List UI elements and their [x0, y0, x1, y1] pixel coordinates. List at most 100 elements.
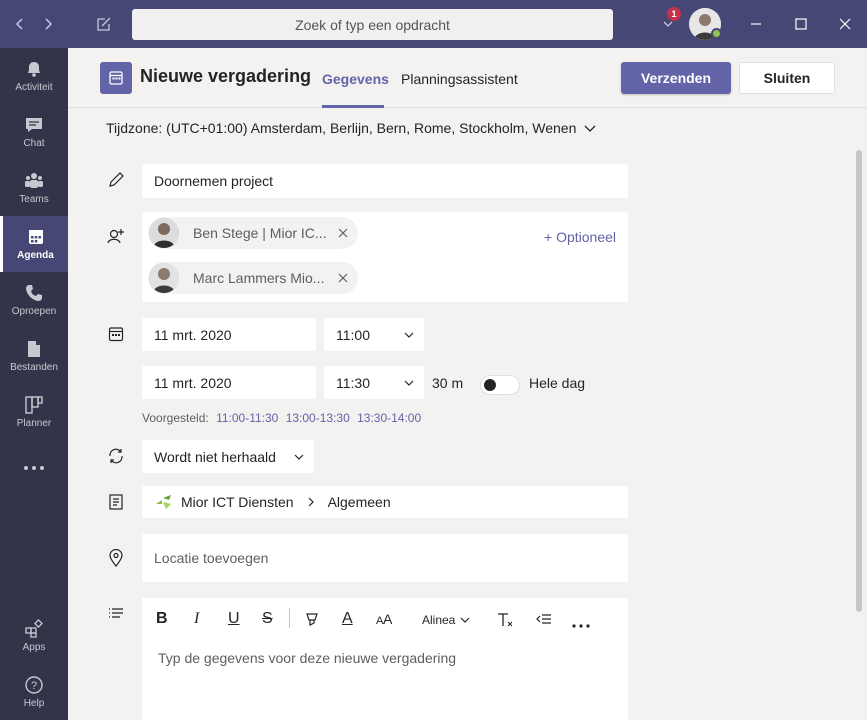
maximize-icon: [795, 18, 807, 30]
suggested-times: Voorgesteld: 11:00-11:30 13:00-13:30 13:…: [142, 411, 421, 425]
suggested-slot[interactable]: 13:30-14:00: [357, 411, 421, 425]
rail-item-oproepen[interactable]: Oproepen: [0, 272, 68, 328]
clear-formatting-button[interactable]: [496, 612, 514, 633]
chevron-left-icon: [15, 18, 23, 30]
rail-item-label: Bestanden: [10, 362, 58, 373]
end-time-value: 11:30: [336, 374, 370, 391]
location-input[interactable]: Locatie toevoegen: [142, 534, 628, 582]
maximize-button[interactable]: [789, 12, 813, 36]
end-time-select[interactable]: 11:30: [324, 366, 424, 399]
close-icon: [338, 228, 348, 238]
rail-item-agenda[interactable]: Agenda: [0, 216, 68, 272]
svg-text:?: ?: [31, 680, 37, 692]
rail-item-activiteit[interactable]: Activiteit: [0, 48, 68, 104]
timezone-selector[interactable]: Tijdzone: (UTC+01:00) Amsterdam, Berlijn…: [106, 120, 596, 136]
rail-item-label: Teams: [19, 194, 49, 205]
ellipsis-icon: [572, 624, 590, 628]
file-icon: [28, 341, 40, 357]
meeting-title-field[interactable]: Doornemen project: [142, 164, 628, 198]
teams-icon: [25, 173, 43, 188]
chevron-down-icon: [584, 125, 596, 132]
planner-icon: [25, 396, 43, 414]
start-date-field[interactable]: 11 mrt. 2020: [142, 318, 316, 351]
outdent-icon: [536, 614, 551, 624]
rail-item-apps[interactable]: Apps: [0, 608, 68, 664]
close-icon: [338, 273, 348, 283]
all-day-label: Hele dag: [529, 375, 586, 391]
decrease-indent-button[interactable]: [536, 612, 552, 631]
more-apps-button[interactable]: [0, 440, 68, 496]
channel-team-name: Mior ICT Diensten: [181, 494, 294, 510]
minimize-icon: [751, 23, 761, 25]
strikethrough-button[interactable]: S: [262, 610, 273, 628]
details-icon: [106, 604, 126, 624]
editor-placeholder: Typ de gegevens voor deze nieuwe vergade…: [158, 650, 457, 666]
apps-icon: [25, 619, 43, 638]
rail-item-planner[interactable]: Planner: [0, 384, 68, 440]
chevron-down-icon: [404, 332, 414, 338]
help-icon: ?: [25, 676, 43, 694]
channel-name: Algemeen: [327, 494, 391, 510]
details-editor[interactable]: B I U S A AA Alinea Typ de gegevens voor…: [142, 598, 628, 720]
clear-format-icon: [498, 613, 513, 627]
tab-gegevens[interactable]: Gegevens: [322, 71, 389, 87]
repeat-icon: [106, 446, 126, 466]
font-size-button[interactable]: AA: [376, 611, 393, 629]
suggested-slot[interactable]: 13:00-13:30: [286, 411, 350, 425]
compose-icon: [97, 17, 111, 31]
chevron-right-icon: [308, 497, 314, 507]
scrollbar[interactable]: [856, 150, 862, 612]
channel-field[interactable]: Mior ICT Diensten Algemeen: [142, 486, 628, 518]
avatar: [149, 218, 179, 248]
font-color-button[interactable]: A: [342, 610, 353, 628]
remove-attendee-button[interactable]: [338, 270, 348, 286]
pencil-icon: [106, 170, 126, 190]
tab-planningsassistent[interactable]: Planningsassistent: [401, 71, 518, 87]
team-logo-icon: [156, 495, 171, 509]
paragraph-style-select[interactable]: Alinea: [422, 613, 470, 627]
rail-item-label: Chat: [23, 138, 45, 149]
highlighter-icon: [306, 613, 318, 626]
optional-attendees-link[interactable]: + Optioneel: [544, 229, 616, 245]
start-time-select[interactable]: 11:00: [324, 318, 424, 351]
avatar: [149, 263, 179, 293]
duration-label: 30 m: [432, 375, 464, 391]
close-button[interactable]: Sluiten: [739, 62, 835, 94]
rail-item-teams[interactable]: Teams: [0, 160, 68, 216]
repeat-select[interactable]: Wordt niet herhaald: [142, 440, 314, 473]
remove-attendee-button[interactable]: [338, 225, 348, 241]
phone-icon: [26, 285, 42, 301]
forward-button[interactable]: [36, 12, 60, 36]
attendee-name: Ben Stege | Mior IC...: [193, 225, 327, 241]
end-date-field[interactable]: 11 mrt. 2020: [142, 366, 316, 399]
svg-text:A: A: [383, 612, 392, 626]
rail-item-chat[interactable]: Chat: [0, 104, 68, 160]
search-input[interactable]: Zoek of typ een opdracht: [132, 9, 613, 40]
toolbar-divider: [289, 608, 290, 628]
repeat-value: Wordt niet herhaald: [154, 448, 276, 465]
highlight-button[interactable]: [304, 612, 320, 633]
more-options-button[interactable]: [572, 615, 590, 633]
back-button[interactable]: [8, 12, 32, 36]
compose-button[interactable]: [92, 12, 116, 36]
notification-badge: 1: [667, 7, 681, 21]
rail-item-help[interactable]: ? Help: [0, 664, 68, 720]
calendar-icon: [28, 230, 43, 244]
chevron-down-icon: [460, 617, 470, 623]
italic-button[interactable]: I: [194, 610, 199, 628]
font-size-icon: AA: [376, 611, 393, 627]
paragraph-style-value: Alinea: [422, 613, 456, 627]
rail-item-label: Agenda: [17, 250, 54, 261]
rail-item-bestanden[interactable]: Bestanden: [0, 328, 68, 384]
attendee-chip[interactable]: Ben Stege | Mior IC...: [148, 217, 358, 249]
bold-button[interactable]: B: [156, 610, 168, 628]
underline-button[interactable]: U: [228, 610, 240, 628]
send-button[interactable]: Verzenden: [621, 62, 731, 94]
close-window-button[interactable]: [833, 12, 857, 36]
app-rail: Activiteit Chat Teams Agenda Oproepen Be…: [0, 48, 68, 720]
minimize-button[interactable]: [744, 12, 768, 36]
suggested-slot[interactable]: 11:00-11:30: [216, 411, 278, 425]
suggested-label: Voorgesteld:: [142, 411, 209, 425]
attendee-chip[interactable]: Marc Lammers Mio...: [148, 262, 358, 294]
all-day-toggle[interactable]: [480, 375, 520, 395]
